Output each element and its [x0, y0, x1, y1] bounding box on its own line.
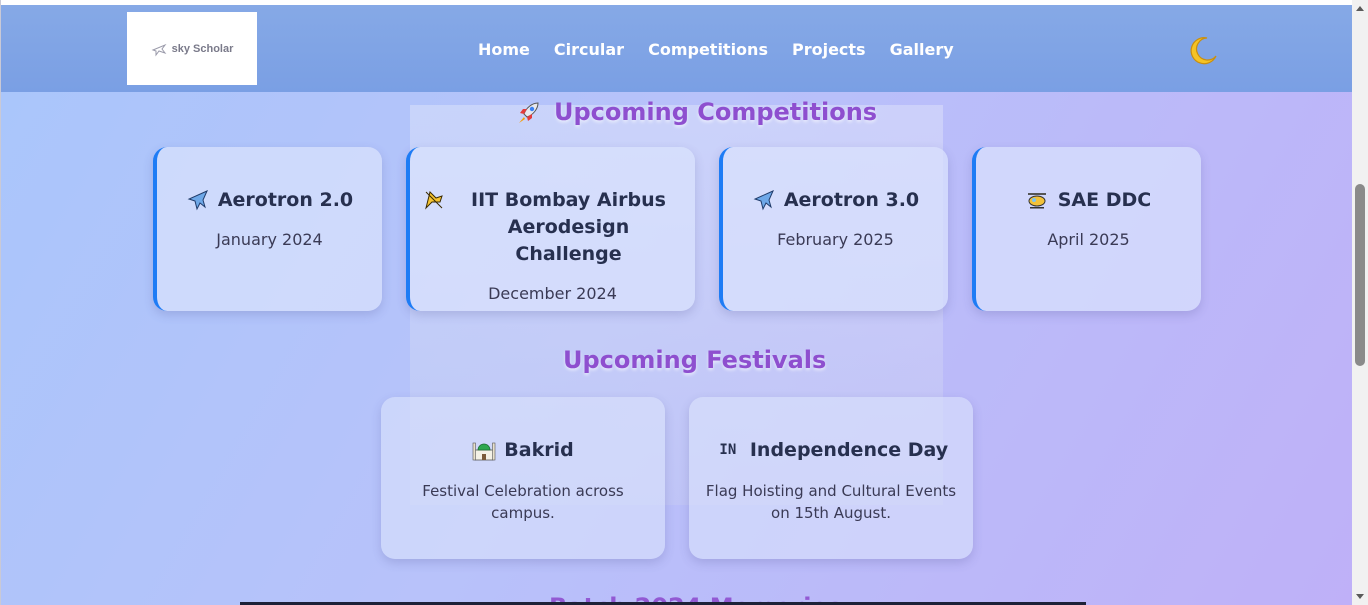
nav-link-circular[interactable]: Circular	[554, 40, 624, 59]
competition-name: SAE DDC	[1057, 189, 1152, 211]
navbar: sky Scholar Home Circular Competitions P…	[1, 5, 1352, 92]
festivals-title: Upcoming Festivals	[563, 346, 827, 374]
india-flag-icon: IN	[719, 442, 737, 458]
competition-date: December 2024	[488, 284, 617, 303]
festival-description: Festival Celebration across campus.	[422, 482, 624, 522]
competition-card-title: Aerotron 2.0	[186, 187, 353, 214]
competition-card[interactable]: Aerotron 3.0 February 2025	[719, 147, 948, 311]
competition-card[interactable]: Aerotron 2.0 January 2024	[153, 147, 382, 311]
competition-name: IIT Bombay Airbus Aerodesign Challenge	[471, 189, 666, 265]
festival-card-title: Bakrid	[472, 437, 574, 464]
festival-card[interactable]: IN Independence Day Flag Hoisting and Cu…	[689, 397, 973, 559]
competitions-title: Upcoming Competitions	[514, 96, 877, 127]
festival-description: Flag Hoisting and Cultural Events on 15t…	[705, 482, 957, 522]
helicopter-icon	[1027, 193, 1046, 209]
festival-card-title: IN Independence Day	[714, 437, 948, 464]
scrollbar-thumb[interactable]	[1355, 184, 1365, 366]
rocket-icon	[519, 102, 539, 123]
festival-card[interactable]: Bakrid Festival Celebration across campu…	[381, 397, 665, 559]
festival-name: Independence Day	[749, 439, 949, 461]
competition-card-title: Aerotron 3.0	[752, 187, 919, 214]
competition-name: Aerotron 2.0	[217, 189, 354, 211]
moon-icon[interactable]	[1187, 35, 1219, 67]
nav-links: Home Circular Competitions Projects Gall…	[478, 40, 954, 59]
scroll-down-icon[interactable]	[1356, 594, 1364, 599]
competition-card-title: SAE DDC	[1026, 187, 1151, 214]
nav-link-gallery[interactable]: Gallery	[890, 40, 954, 59]
airplane-logo-icon	[151, 43, 167, 56]
competition-date: April 2025	[1047, 230, 1130, 249]
nav-link-home[interactable]: Home	[478, 40, 530, 59]
airplane-icon	[187, 190, 208, 211]
competition-name: Aerotron 3.0	[783, 189, 920, 211]
nav-link-projects[interactable]: Projects	[792, 40, 866, 59]
competition-date: February 2025	[777, 230, 894, 249]
festival-name: Bakrid	[504, 439, 574, 461]
airplane-tilted-icon	[424, 191, 443, 210]
scroll-up-icon[interactable]	[1356, 6, 1364, 11]
competitions-title-text: Upcoming Competitions	[554, 97, 878, 126]
competition-card-title: IIT Bombay Airbus Aerodesign Challenge	[422, 187, 684, 268]
competition-date: January 2024	[216, 230, 323, 249]
logo[interactable]: sky Scholar	[127, 12, 257, 85]
airplane-icon	[753, 190, 774, 211]
logo-text: sky Scholar	[171, 42, 234, 55]
mosque-icon	[472, 442, 496, 461]
competition-card[interactable]: SAE DDC April 2025	[972, 147, 1201, 311]
nav-link-competitions[interactable]: Competitions	[648, 40, 768, 59]
competition-card[interactable]: IIT Bombay Airbus Aerodesign Challenge D…	[406, 147, 695, 311]
